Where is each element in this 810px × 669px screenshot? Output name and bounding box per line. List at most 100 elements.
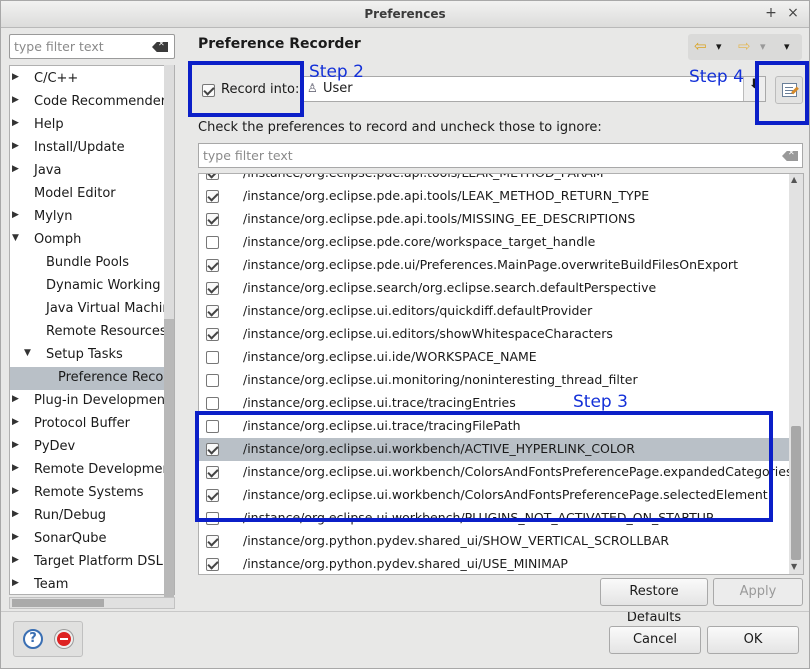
preference-path: /instance/org.eclipse.ui.editors/quickdi…	[243, 303, 593, 318]
add-icon[interactable]: +	[763, 5, 779, 21]
collapsed-arrow-icon[interactable]: ▶	[12, 555, 22, 565]
back-arrow-icon[interactable]: ⇦	[694, 37, 707, 55]
preference-checkbox[interactable]	[206, 305, 219, 318]
tree-item[interactable]: ▶ Target Platform DSL	[10, 551, 174, 574]
preference-row[interactable]: /instance/org.eclipse.search/org.eclipse…	[199, 277, 789, 300]
collapsed-arrow-icon[interactable]: ▶	[12, 440, 22, 450]
tree-item[interactable]: ▶ Team	[10, 574, 174, 594]
clear-filter-icon[interactable]	[782, 151, 798, 161]
tree-item[interactable]: Remote Resources	[10, 321, 174, 344]
collapsed-arrow-icon[interactable]: ▶	[12, 164, 22, 174]
tree-item[interactable]: ▶ Code Recommenders	[10, 91, 174, 114]
preference-row[interactable]: /instance/org.eclipse.pde.ui/Preferences…	[199, 254, 789, 277]
preference-checkbox[interactable]	[206, 174, 219, 180]
forward-arrow-icon[interactable]: ⇨	[738, 37, 751, 55]
collapsed-arrow-icon[interactable]: ▶	[12, 532, 22, 542]
footer-tools: ?	[13, 621, 83, 657]
preference-path: /instance/org.eclipse.ui.editors/showWhi…	[243, 326, 613, 341]
tree-hscroll-thumb[interactable]	[12, 599, 104, 607]
preference-row[interactable]: /instance/org.python.pydev.shared_ui/USE…	[199, 553, 789, 574]
back-menu-icon[interactable]: ▾	[716, 40, 722, 53]
preference-row[interactable]: /instance/org.eclipse.ui.ide/WORKSPACE_N…	[199, 346, 789, 369]
tree-filter-input[interactable]: type filter text	[9, 34, 175, 59]
preference-row[interactable]: /instance/org.eclipse.ui.editors/showWhi…	[199, 323, 789, 346]
preference-row[interactable]: /instance/org.eclipse.ui.editors/quickdi…	[199, 300, 789, 323]
tree-scroll-thumb[interactable]	[164, 319, 174, 599]
collapsed-arrow-icon[interactable]: ▶	[12, 118, 22, 128]
preference-row[interactable]: /instance/org.eclipse.pde.api.tools/LEAK…	[199, 185, 789, 208]
preference-path: /instance/org.eclipse.search/org.eclipse…	[243, 280, 657, 295]
preference-checkbox[interactable]	[206, 351, 219, 364]
preference-filter-input[interactable]: type filter text	[198, 143, 803, 168]
expanded-arrow-icon[interactable]: ▼	[12, 233, 22, 243]
tree-item[interactable]: ▶ C/C++	[10, 68, 174, 91]
collapsed-arrow-icon[interactable]: ▶	[12, 72, 22, 82]
forward-menu-icon[interactable]: ▾	[760, 40, 766, 53]
tree-item[interactable]: ▼ Setup Tasks	[10, 344, 174, 367]
title-bar: Preferences + ×	[1, 1, 809, 28]
scroll-up-icon[interactable]: ▲	[791, 175, 797, 184]
tree-item[interactable]: ▶ Java	[10, 160, 174, 183]
collapsed-arrow-icon[interactable]: ▶	[12, 578, 22, 588]
preference-checkbox[interactable]	[206, 282, 219, 295]
tree-item[interactable]: ▶ Install/Update	[10, 137, 174, 160]
tree-item[interactable]: ▶ PyDev	[10, 436, 174, 459]
clear-filter-icon[interactable]	[152, 42, 168, 52]
preference-row[interactable]: /instance/org.eclipse.pde.api.tools/MISS…	[199, 208, 789, 231]
ok-button[interactable]: OK	[707, 626, 799, 654]
collapsed-arrow-icon[interactable]: ▶	[12, 509, 22, 519]
preference-checkbox[interactable]	[206, 236, 219, 249]
collapsed-arrow-icon[interactable]: ▶	[12, 486, 22, 496]
preference-checkbox[interactable]	[206, 328, 219, 341]
tree-item[interactable]: ▶ Remote Development	[10, 459, 174, 482]
tree-item[interactable]: Java Virtual Machines	[10, 298, 174, 321]
preference-checkbox[interactable]	[206, 259, 219, 272]
collapsed-arrow-icon[interactable]: ▶	[12, 463, 22, 473]
tree-item[interactable]: ▶ Run/Debug	[10, 505, 174, 528]
tree-item[interactable]: ▶ Mylyn	[10, 206, 174, 229]
tree-horizontal-scrollbar[interactable]	[9, 597, 175, 609]
restore-defaults-button[interactable]: Restore Defaults	[600, 578, 708, 625]
preference-row[interactable]: /instance/org.python.pydev.shared_ui/SHO…	[199, 530, 789, 553]
preference-row[interactable]: /instance/org.eclipse.pde.core/workspace…	[199, 231, 789, 254]
tree-vertical-scrollbar[interactable]	[164, 65, 174, 599]
tree-item[interactable]: ▼ Oomph	[10, 229, 174, 252]
preference-checkbox[interactable]	[206, 213, 219, 226]
preference-checkbox[interactable]	[206, 535, 219, 548]
step4-highlight-box	[755, 61, 809, 125]
list-vertical-scrollbar[interactable]: ▲ ▼	[789, 174, 803, 574]
close-icon[interactable]: ×	[785, 5, 801, 21]
expanded-arrow-icon[interactable]: ▼	[24, 348, 34, 358]
preference-filter-placeholder: type filter text	[203, 148, 293, 163]
tree-item[interactable]: Preference Recorder	[10, 367, 174, 390]
view-menu-icon[interactable]: ▾	[784, 40, 790, 53]
apply-button[interactable]: Apply	[713, 578, 803, 606]
preference-checkbox[interactable]	[206, 397, 219, 410]
collapsed-arrow-icon[interactable]: ▶	[12, 210, 22, 220]
tree-item[interactable]: ▶ Help	[10, 114, 174, 137]
collapsed-arrow-icon[interactable]: ▶	[12, 417, 22, 427]
tree-item[interactable]: ▶ Remote Systems	[10, 482, 174, 505]
tree-item[interactable]: ▶ Protocol Buffer	[10, 413, 174, 436]
list-scroll-thumb[interactable]	[791, 426, 801, 560]
collapsed-arrow-icon[interactable]: ▶	[12, 141, 22, 151]
scroll-down-icon[interactable]: ▼	[791, 562, 797, 571]
tree-item[interactable]: Model Editor	[10, 183, 174, 206]
step4-label: Step 4	[689, 67, 744, 87]
preference-checkbox[interactable]	[206, 190, 219, 203]
tree-item[interactable]: ▶ Plug-in Development	[10, 390, 174, 413]
instructions-text: Check the preferences to record and unch…	[198, 120, 602, 135]
preference-row[interactable]: /instance/org.eclipse.ui.monitoring/noni…	[199, 369, 789, 392]
collapsed-arrow-icon[interactable]: ▶	[12, 394, 22, 404]
cancel-button[interactable]: Cancel	[609, 626, 701, 654]
preference-checkbox[interactable]	[206, 374, 219, 387]
preference-row[interactable]: /instance/org.eclipse.pde.api.tools/LEAK…	[199, 174, 789, 185]
tree-item[interactable]: Bundle Pools	[10, 252, 174, 275]
record-preferences-icon[interactable]	[55, 630, 73, 648]
tree-item-label: Bundle Pools	[46, 255, 130, 270]
tree-item[interactable]: ▶ SonarQube	[10, 528, 174, 551]
help-icon[interactable]: ?	[23, 629, 43, 649]
preference-checkbox[interactable]	[206, 558, 219, 571]
tree-item[interactable]: Dynamic Working Sets	[10, 275, 174, 298]
collapsed-arrow-icon[interactable]: ▶	[12, 95, 22, 105]
